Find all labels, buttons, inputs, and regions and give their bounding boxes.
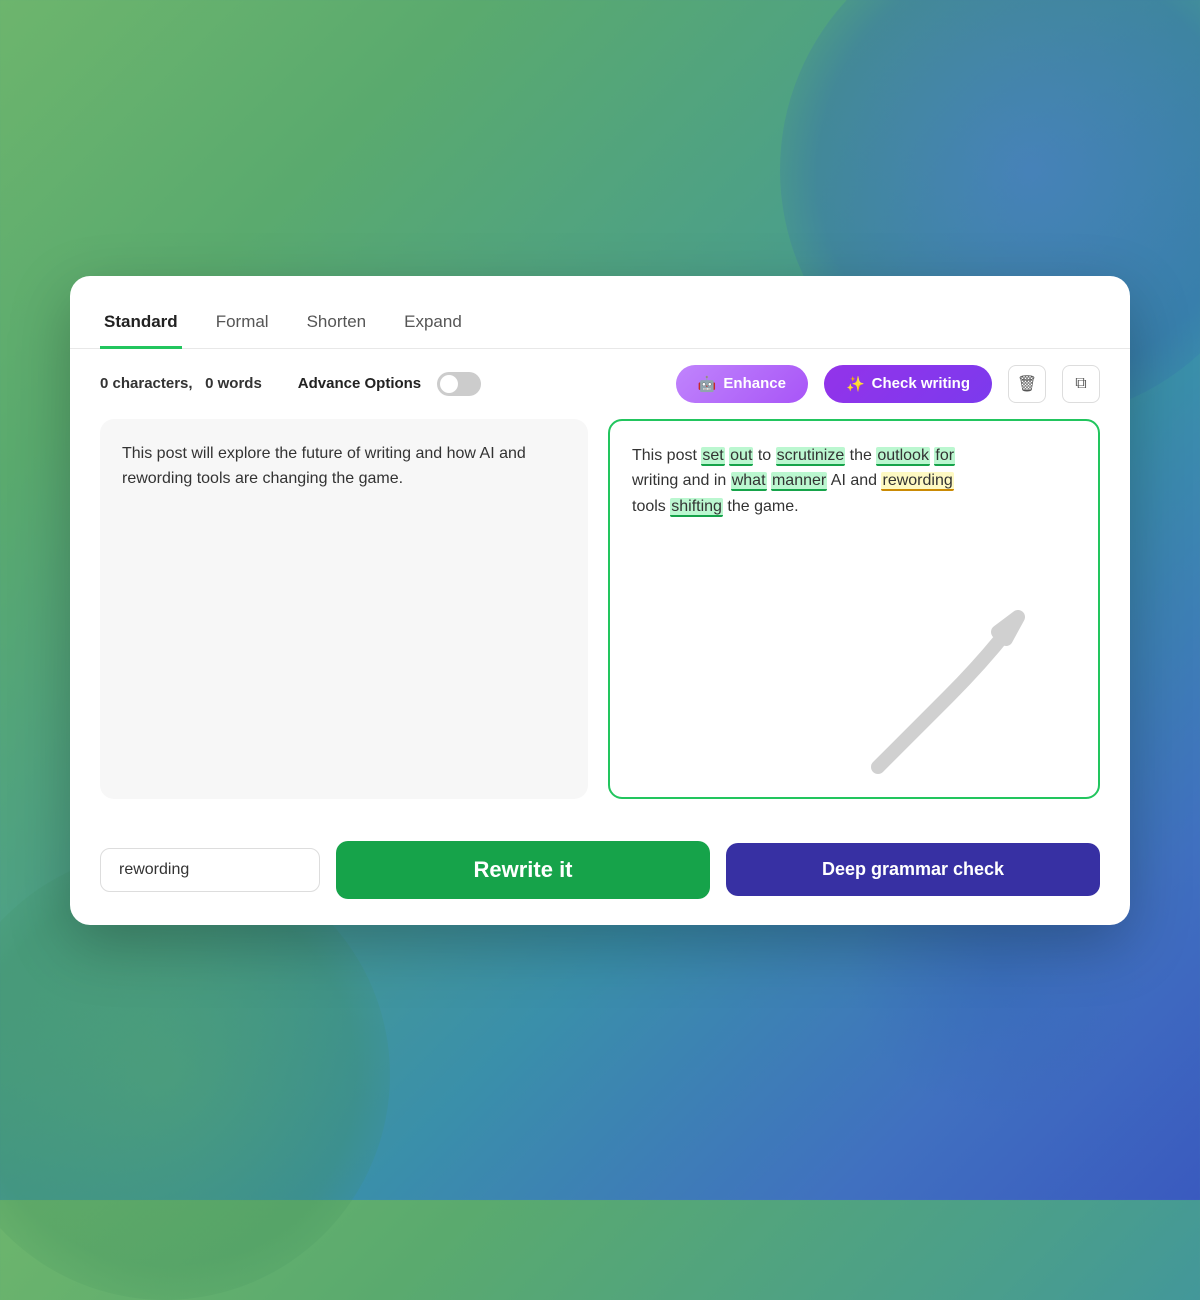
enhance-icon: 🤖 bbox=[698, 375, 717, 393]
bottom-bar: Rewrite it Deep grammar check bbox=[70, 823, 1130, 925]
enhance-button[interactable]: 🤖 Enhance bbox=[676, 365, 808, 403]
output-word-for: for bbox=[934, 447, 955, 466]
main-card: Standard Formal Shorten Expand 0 charact… bbox=[70, 276, 1130, 925]
check-writing-label: Check writing bbox=[872, 375, 970, 392]
output-text-5: AI and bbox=[827, 472, 881, 489]
output-text-area: This post set out to scrutinize the outl… bbox=[608, 419, 1100, 799]
input-text-area[interactable]: This post will explore the future of wri… bbox=[100, 419, 588, 799]
output-word-set: set bbox=[701, 447, 724, 466]
words-label: words bbox=[218, 375, 262, 392]
input-text: This post will explore the future of wri… bbox=[122, 445, 526, 488]
output-word-shifting: shifting bbox=[670, 498, 723, 517]
copy-icon: ⧉ bbox=[1075, 375, 1086, 393]
advance-options-label: Advance Options bbox=[298, 375, 421, 392]
word-count: 0 bbox=[205, 375, 213, 392]
char-word-count: 0 characters, 0 words bbox=[100, 375, 262, 392]
check-writing-icon: ✨ bbox=[846, 375, 865, 393]
tab-shorten[interactable]: Shorten bbox=[303, 300, 371, 349]
advance-options-toggle[interactable] bbox=[437, 372, 481, 396]
tab-expand[interactable]: Expand bbox=[400, 300, 466, 349]
output-text-4: writing and in bbox=[632, 472, 731, 489]
char-count: 0 bbox=[100, 375, 108, 392]
chars-label: characters, bbox=[113, 375, 193, 392]
output-word-scrutinize: scrutinize bbox=[776, 447, 846, 466]
text-areas: This post will explore the future of wri… bbox=[70, 419, 1130, 823]
arrow-overlay bbox=[848, 577, 1068, 777]
output-word-what: what bbox=[731, 472, 767, 491]
output-text-3: the bbox=[845, 447, 876, 464]
output-text-2: to bbox=[753, 447, 775, 464]
enhance-label: Enhance bbox=[723, 375, 786, 392]
output-word-1: This post bbox=[632, 447, 701, 464]
output-text-6: tools bbox=[632, 498, 670, 515]
delete-icon: 🗑 bbox=[1017, 374, 1037, 394]
check-writing-button[interactable]: ✨ Check writing bbox=[824, 365, 992, 403]
output-text-7: the game. bbox=[723, 498, 799, 515]
tab-bar: Standard Formal Shorten Expand bbox=[70, 276, 1130, 349]
output-word-outlook: outlook bbox=[876, 447, 930, 466]
tab-standard[interactable]: Standard bbox=[100, 300, 182, 349]
rewording-input[interactable] bbox=[100, 848, 320, 892]
toolbar: 0 characters, 0 words Advance Options 🤖 … bbox=[70, 349, 1130, 419]
rewrite-button[interactable]: Rewrite it bbox=[336, 841, 710, 899]
copy-button[interactable]: ⧉ bbox=[1062, 365, 1100, 403]
output-word-rewording: rewording bbox=[881, 472, 953, 491]
grammar-check-button[interactable]: Deep grammar check bbox=[726, 843, 1100, 896]
output-word-manner: manner bbox=[771, 472, 827, 491]
tab-formal[interactable]: Formal bbox=[212, 300, 273, 349]
output-word-out: out bbox=[729, 447, 753, 466]
delete-button[interactable]: 🗑 bbox=[1008, 365, 1046, 403]
